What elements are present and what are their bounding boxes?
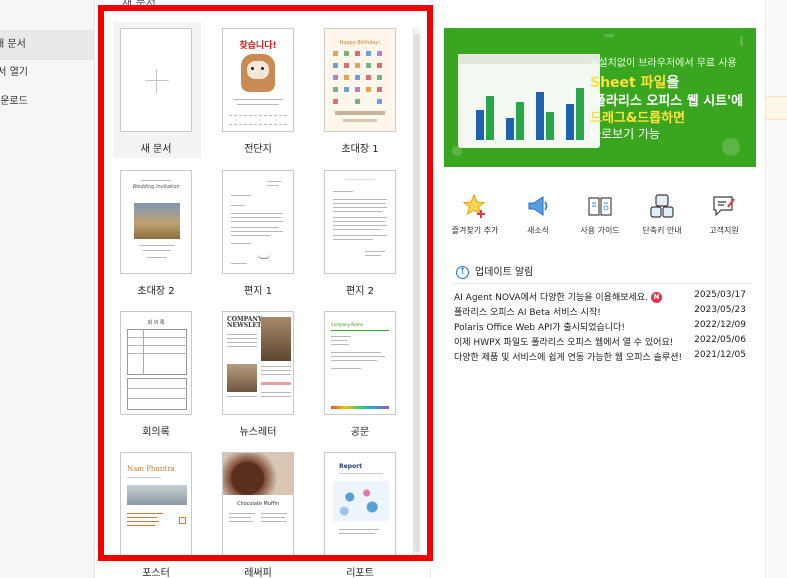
quick-link-favorites[interactable]: 즐겨찾기 추가 [445, 193, 505, 236]
thumbnail-text: Report [339, 463, 362, 470]
thumbnail-text: Wedding Invitation [132, 184, 180, 190]
update-text-wrap: AI Agent NOVA에서 다양한 기능을 이용해보세요. N [454, 290, 662, 303]
quick-link-label: 즐겨찾기 추가 [451, 226, 499, 235]
left-sidebar: 새 문서 문서 열기 다운로드 [0, 0, 95, 578]
banner-headline-rest: 을 [666, 75, 680, 91]
templates-scrollbar-thumb[interactable] [414, 34, 420, 552]
update-text: 이제 HWPX 파일도 폴라리스 오피스 웹에서 열 수 있어요! [454, 338, 674, 348]
template-label: 공문 [350, 427, 370, 438]
update-date: 2023/05/23 [694, 305, 746, 315]
template-thumbnail: Wedding Invitation [120, 170, 192, 274]
star-add-icon [462, 193, 488, 219]
template-thumbnail: 회 의 록 [120, 311, 192, 415]
quick-link-news[interactable]: 새소식 [508, 193, 568, 236]
update-date: 2022/05/06 [694, 335, 746, 345]
updates-header: ↑ 업데이트 알림 [456, 263, 533, 279]
newsletter-photo [261, 317, 291, 361]
report-image [333, 481, 389, 521]
template-thumbnail: Chocolate Muffin [222, 452, 294, 556]
new-badge: N [650, 292, 662, 303]
sidebar-item-new-document[interactable]: 새 문서 [0, 30, 95, 60]
banner-line-5: 바로보기 가능 [590, 127, 661, 141]
thumbnail-text: Nam Phuntra [127, 465, 175, 473]
thumbnail-text: Chocolate Muffin [236, 501, 280, 507]
update-text: 폴라리스 오피스 AI Beta 서비스 시작! [454, 308, 601, 318]
template-thumbnail [324, 170, 396, 274]
quick-link-guide[interactable]: 사용 가이드 [570, 193, 630, 236]
template-thumbnail: Report [324, 452, 396, 556]
update-text: AI Agent NOVA에서 다양한 기능을 이용해보세요. [454, 293, 648, 303]
support-chat-icon [711, 193, 737, 219]
thumbnail-text: Company Name [331, 322, 364, 327]
quick-link-label: 새소식 [526, 226, 550, 235]
quick-link-label: 고객지원 [709, 226, 739, 235]
template-thumbnail: Company Name [324, 311, 396, 415]
wedding-photo [134, 203, 180, 239]
template-label: 전단지 [244, 144, 272, 155]
template-thumbnail [222, 170, 294, 274]
template-thumbnail: 찾습니다! [222, 28, 294, 132]
template-label: 리포트 [346, 568, 374, 578]
poster-photo [127, 485, 187, 505]
template-label: 레써피 [244, 568, 272, 578]
banner-line-4: 드래그&드롭하면 [590, 111, 686, 126]
updates-title: 업데이트 알림 [475, 267, 534, 278]
panel-divider [430, 0, 431, 578]
template-label: 포스터 [142, 568, 170, 578]
sidebar-item-label: 문서 열기 [0, 67, 28, 78]
template-label: 편지 2 [346, 286, 374, 297]
sidebar-item-label: 새 문서 [0, 39, 26, 50]
thumbnail-text: Happy Birthday! [339, 40, 381, 46]
update-date: 2021/12/05 [694, 350, 746, 360]
template-thumbnail: COMPANY NEWSLETTER [222, 311, 294, 415]
muffin-photo [223, 453, 293, 495]
thumbnail-text: 찾습니다! [239, 41, 277, 51]
quick-link-shortcuts[interactable]: 단축키 안내 [632, 193, 692, 236]
thumbnail-text: 회 의 록 [147, 320, 165, 326]
keyboard-icon [649, 193, 675, 219]
update-text: Polaris Office Web API가 출시되었습니다! [454, 323, 625, 333]
arrow-up-icon: ↑ [456, 265, 469, 279]
sidebar-item-label: 다운로드 [0, 96, 28, 107]
update-date: 2022/12/09 [694, 320, 746, 330]
template-label: 회의록 [142, 427, 170, 438]
section-title: 새 문서 [122, 0, 156, 9]
updates-divider [452, 283, 752, 284]
quick-link-label: 단축키 안내 [642, 226, 682, 235]
template-label: 초대장 1 [341, 144, 379, 155]
megaphone-icon [525, 193, 551, 219]
template-label: 편지 1 [244, 286, 272, 297]
update-text: 다양한 제품 및 서비스에 쉽게 연동 가능한 웹 오피스 솔루션! [454, 353, 683, 363]
app-root: 새 문서 문서 열기 다운로드 새 문서 새 문서 찾습니다! [0, 0, 787, 578]
template-label: 새 문서 [140, 144, 172, 155]
spreadsheet-illustration [458, 54, 600, 148]
template-thumbnail: Happy Birthday! [324, 28, 396, 132]
template-label: 뉴스레터 [239, 427, 277, 438]
banner-headline: Sheet 파일을 [590, 72, 679, 92]
banner-tagline: #설치없이 브라우저에서 무료 사용 [590, 58, 737, 69]
book-icon [587, 193, 613, 219]
right-edge-highlight [766, 96, 787, 120]
quick-link-label: 사용 가이드 [580, 226, 620, 235]
promo-banner[interactable]: #설치없이 브라우저에서 무료 사용 Sheet 파일을 '폴라리스 오피스 웹… [444, 28, 756, 167]
template-thumbnail [120, 28, 192, 132]
sidebar-item-download[interactable]: 다운로드 [0, 87, 95, 117]
template-label: 초대장 2 [137, 286, 175, 297]
thumbnail-text: COMPANY NEWSLETTER [227, 316, 276, 329]
sidebar-item-open-document[interactable]: 문서 열기 [0, 58, 95, 88]
banner-headline-highlight: Sheet 파일 [590, 75, 667, 91]
template-thumbnail: Nam Phuntra [120, 452, 192, 556]
right-edge-panel [765, 0, 787, 578]
quick-link-support[interactable]: 고객지원 [694, 193, 754, 236]
update-date: 2025/03/17 [694, 290, 746, 300]
